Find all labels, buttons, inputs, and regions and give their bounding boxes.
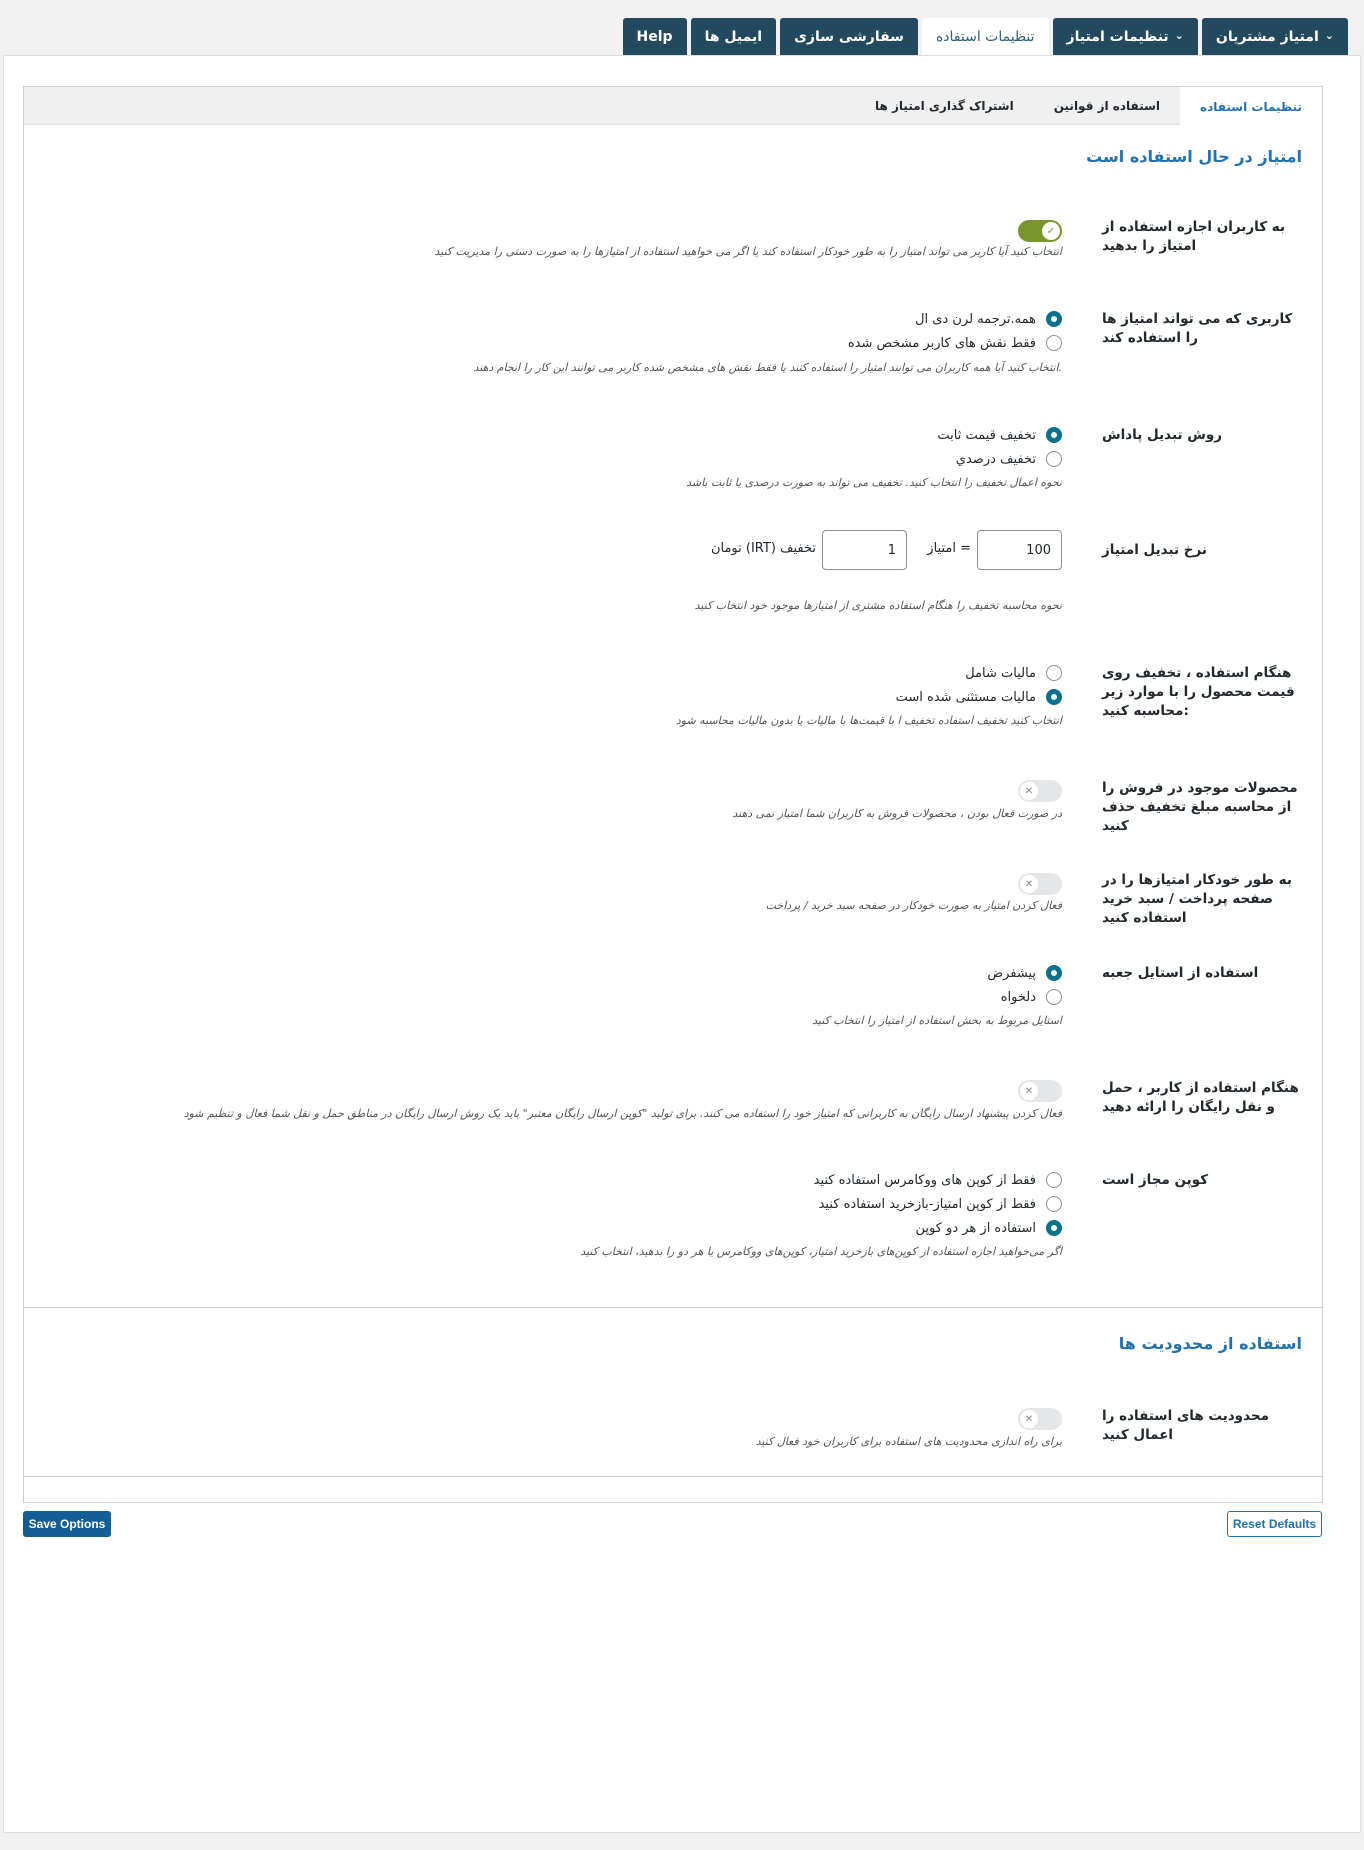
tab-customer-points[interactable]: امتیاز مشتریان ⌄ bbox=[1201, 18, 1348, 55]
tab-label: ایمیل ها bbox=[704, 28, 763, 45]
tab-help[interactable]: Help bbox=[622, 18, 687, 55]
tab-label: تنظیمات استفاده bbox=[935, 28, 1035, 45]
radio-button[interactable] bbox=[1046, 1220, 1062, 1236]
option-label: تخفیف قیمت ثابت bbox=[937, 427, 1036, 443]
coupon-allowed-label: کوپن مجاز است bbox=[1102, 1172, 1209, 1188]
coupon-option-redeem[interactable]: فقط از کوپن امتیاز-بازخرید استفاده کنید bbox=[819, 1196, 1062, 1212]
radio-button[interactable] bbox=[1046, 427, 1062, 443]
chevron-down-icon: ⌄ bbox=[1324, 29, 1334, 42]
tab-label: Help bbox=[636, 28, 673, 45]
option-label: دلخواه bbox=[1000, 989, 1036, 1005]
option-label: پیشفرض bbox=[987, 965, 1036, 981]
close-icon: ✕ bbox=[1020, 875, 1038, 893]
radio-button[interactable] bbox=[1046, 965, 1062, 981]
allow-redeem-label: به کاربران اجازه استفاده از امتیاز را بد… bbox=[1102, 219, 1286, 254]
option-label: فقط نقش های کاربر مشخص شده bbox=[847, 335, 1036, 351]
allow-redeem-toggle[interactable]: ✓ bbox=[1018, 220, 1062, 242]
user-scope-label: کاربری که می تواند امتیاز ها را استفاده … bbox=[1102, 311, 1293, 346]
exclude-on-sale-toggle[interactable]: ✕ bbox=[1018, 780, 1062, 802]
tax-option-exclusive[interactable]: مالیات مستثنی شده است bbox=[896, 689, 1062, 705]
conversion-method-desc: نحوه اعمال تخفیف را انتخاب کنید. تخفیف م… bbox=[686, 476, 1062, 489]
coupon-allowed-desc: اگر می‌خواهید اجازه استفاده از کوپن‌های … bbox=[580, 1245, 1062, 1258]
conversion-rate-label: نرخ تبدیل امتیاز bbox=[1102, 542, 1207, 558]
free-shipping-desc: فعال کردن پیشنهاد ارسال رایگان به کاربرا… bbox=[183, 1107, 1062, 1120]
tax-mode-label: هنگام استفاده ، تخفیف روی قیمت محصول را … bbox=[1102, 665, 1295, 719]
user-scope-option-all[interactable]: همه.ترجمه لرن دی ال bbox=[915, 311, 1062, 327]
user-scope-option-roles[interactable]: فقط نقش های کاربر مشخص شده bbox=[848, 335, 1062, 351]
box-style-desc: استایل مربوط به بخش استفاده از امتیاز را… bbox=[812, 1014, 1062, 1027]
chevron-down-icon: ⌄ bbox=[1174, 29, 1184, 42]
points-equals-text: امتیاز = bbox=[927, 541, 971, 556]
option-label: فقط از کوپن های ووکامرس استفاده کنید bbox=[813, 1172, 1036, 1188]
radio-button[interactable] bbox=[1046, 335, 1062, 351]
discount-input[interactable]: 1 bbox=[822, 530, 907, 570]
user-scope-desc: انتخاب کنید آیا همه کاربران می توانند ام… bbox=[473, 361, 1062, 374]
tab-emails[interactable]: ایمیل ها bbox=[690, 18, 777, 55]
reset-defaults-button[interactable]: Reset Defaults bbox=[1227, 1511, 1322, 1537]
conversion-option-fixed[interactable]: تخفیف قیمت ثابت bbox=[937, 427, 1062, 443]
tab-redeem-settings[interactable]: تنظیمات استفاده bbox=[921, 18, 1049, 55]
limits-label: محدودیت های استفاده را اعمال کنید bbox=[1102, 1408, 1269, 1443]
limits-desc: برای راه اندازی محدودیت های استفاده برای… bbox=[755, 1435, 1062, 1448]
box-style-label: استفاده از استایل جعبه bbox=[1102, 965, 1259, 981]
box-style-option-custom[interactable]: دلخواه bbox=[1001, 989, 1062, 1005]
sub-tabs: تنظیمات استفاده استفاده از قوانین اشتراک… bbox=[24, 87, 1322, 126]
conversion-method-label: روش تبدیل پاداش bbox=[1102, 427, 1223, 443]
subtab-redeem-rules[interactable]: استفاده از قوانین bbox=[1034, 87, 1180, 125]
auto-apply-desc: فعال کردن امتیاز به صورت خودکار در صفحه … bbox=[765, 899, 1062, 912]
tab-label: سفارشی سازی bbox=[794, 28, 904, 45]
tax-mode-desc: انتخاب کنید تخفیف استفاده تخفیف ا با قیم… bbox=[675, 714, 1062, 727]
limits-toggle[interactable]: ✕ bbox=[1018, 1408, 1062, 1430]
option-label: استفاده از هر دو کوپن bbox=[915, 1220, 1037, 1236]
auto-apply-label: به طور خودکار امتیازها را در صفحه پرداخت… bbox=[1102, 872, 1292, 926]
section-title: استفاده از محدودیت ها bbox=[1118, 1334, 1302, 1353]
coupon-option-woocommerce[interactable]: فقط از کوپن های ووکامرس استفاده کنید bbox=[814, 1172, 1062, 1188]
allow-redeem-desc: انتخاب کنید آیا کاربر می تواند امتیاز را… bbox=[434, 245, 1062, 258]
tab-label: امتیاز مشتریان bbox=[1215, 28, 1319, 45]
tax-option-inclusive[interactable]: مالیات شامل bbox=[965, 665, 1062, 681]
close-icon: ✕ bbox=[1020, 782, 1038, 800]
option-label: فقط از کوپن امتیاز-بازخرید استفاده کنید bbox=[818, 1196, 1036, 1212]
tab-points-settings[interactable]: تنظیمات امتیاز ⌄ bbox=[1052, 18, 1198, 55]
top-tabs: امتیاز مشتریان ⌄ تنظیمات امتیاز ⌄ تنظیما… bbox=[622, 18, 1348, 55]
exclude-on-sale-label: محصولات موجود در فروش را از محاسبه مبلغ … bbox=[1102, 780, 1298, 834]
free-shipping-label: هنگام استفاده از کاربر ، حمل و نقل رایگا… bbox=[1102, 1080, 1299, 1115]
tab-label: تنظیمات امتیاز bbox=[1066, 28, 1169, 45]
conversion-rate-desc: نحوه محاسبه تخفیف را هنگام استفاده مشتری… bbox=[694, 599, 1062, 612]
option-label: تخفیف درصدي bbox=[955, 451, 1036, 467]
radio-button[interactable] bbox=[1046, 311, 1062, 327]
box-style-option-default[interactable]: پیشفرض bbox=[987, 965, 1062, 981]
close-icon: ✕ bbox=[1020, 1082, 1038, 1100]
radio-button[interactable] bbox=[1046, 451, 1062, 467]
exclude-on-sale-desc: در صورت فعال بودن ، محصولات فروش به کارب… bbox=[732, 807, 1062, 820]
radio-button[interactable] bbox=[1046, 989, 1062, 1005]
discount-currency-text: تومان (IRT) تخفیف bbox=[710, 541, 816, 556]
redeem-limits-box: استفاده از محدودیت ها محدودیت های استفاد… bbox=[23, 1307, 1323, 1477]
free-shipping-toggle[interactable]: ✕ bbox=[1018, 1080, 1062, 1102]
coupon-option-both[interactable]: استفاده از هر دو کوپن bbox=[915, 1220, 1062, 1236]
tab-customization[interactable]: سفارشی سازی bbox=[780, 18, 918, 55]
radio-button[interactable] bbox=[1046, 1196, 1062, 1212]
auto-apply-toggle[interactable]: ✕ bbox=[1018, 873, 1062, 895]
option-label: مالیات شامل bbox=[965, 665, 1036, 681]
conversion-option-percent[interactable]: تخفیف درصدي bbox=[956, 451, 1062, 467]
radio-button[interactable] bbox=[1046, 689, 1062, 705]
save-options-button[interactable]: Save Options bbox=[23, 1511, 111, 1537]
radio-button[interactable] bbox=[1046, 1172, 1062, 1188]
close-icon: ✕ bbox=[1020, 1410, 1038, 1428]
option-label: همه.ترجمه لرن دی ال bbox=[915, 311, 1036, 327]
points-input[interactable]: 100 bbox=[977, 530, 1062, 570]
check-icon: ✓ bbox=[1042, 222, 1060, 240]
option-label: مالیات مستثنی شده است bbox=[895, 689, 1036, 705]
radio-button[interactable] bbox=[1046, 665, 1062, 681]
section-title: امتیاز در حال استفاده است bbox=[1086, 147, 1302, 166]
settings-panel: تنظیمات استفاده استفاده از قوانین اشتراک… bbox=[3, 55, 1361, 1833]
redeem-settings-box: تنظیمات استفاده استفاده از قوانین اشتراک… bbox=[23, 86, 1323, 1503]
subtab-redeem-settings[interactable]: تنظیمات استفاده bbox=[1180, 87, 1322, 126]
subtab-points-sharing[interactable]: اشتراک گذاری امتیاز ها bbox=[855, 87, 1034, 125]
